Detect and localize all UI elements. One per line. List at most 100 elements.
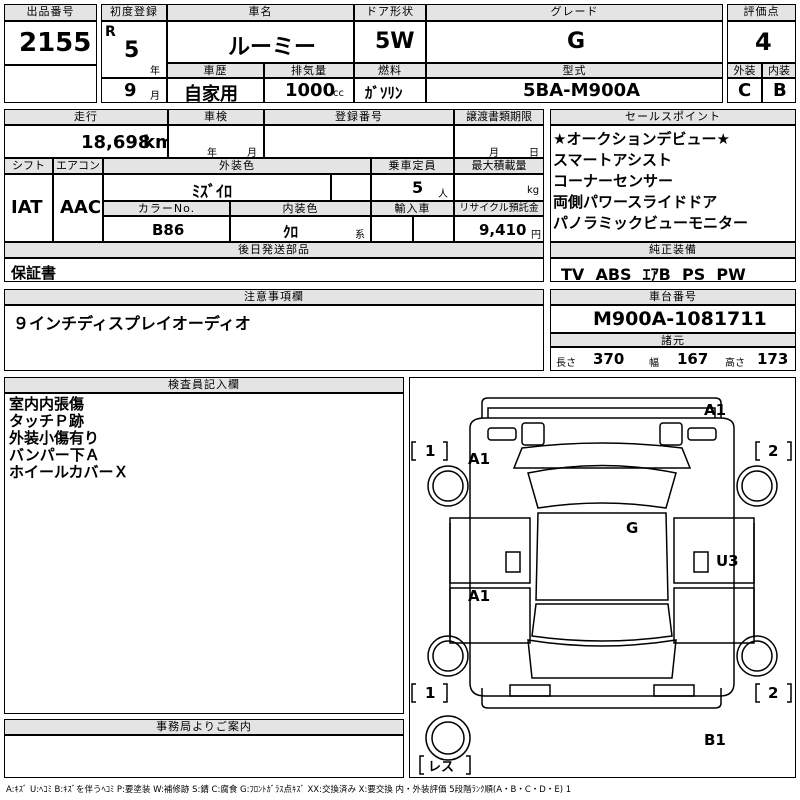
mileage-cell: 18,698 km	[4, 125, 174, 158]
grade: G	[567, 29, 586, 54]
exterior-grade: C	[738, 80, 752, 101]
width-label: 幅	[649, 358, 659, 369]
import-header: 輸入車	[371, 201, 454, 216]
capacity-header: 乗車定員	[371, 158, 454, 174]
score-cell: 4	[727, 21, 796, 63]
width: 167	[677, 350, 709, 368]
displacement-header: 排気量	[264, 63, 354, 78]
model-name: ルーミー	[228, 35, 317, 60]
aircon: AAC	[60, 197, 102, 218]
specs-cell: 長さ 370 幅 167 高さ 173	[550, 347, 796, 371]
reg-month-cell: 9 月	[101, 78, 167, 103]
doors-header: ドア形状	[354, 4, 426, 21]
sales-point: スマートアシスト	[553, 151, 672, 169]
sales-points-header: セールスポイント	[550, 109, 796, 125]
inspection-cell: 年 月	[168, 125, 264, 159]
import-cell	[371, 216, 413, 242]
model-name-header: 車名	[167, 4, 354, 21]
capacity-unit: 人	[438, 189, 448, 200]
fuel-header: 燃料	[354, 63, 426, 78]
recycle-header: リサイクル預託金	[454, 201, 544, 216]
recycle-unit: 円	[531, 230, 541, 241]
inspector-note: 外装小傷有り	[9, 429, 100, 447]
caution-text: ９インチディスプレイオーディオ	[13, 314, 251, 333]
sales-point: ★オークションデビュー★	[553, 130, 730, 148]
inspector-note: バンパー下Ａ	[9, 446, 100, 464]
history-header: 車歴	[167, 63, 264, 78]
reg-no-header: 登録番号	[264, 109, 454, 125]
grade-cell: G	[426, 21, 723, 63]
score: 4	[755, 28, 772, 56]
car-diagram: 1 2 1 2 レス A1 A1 G U3 A1 B1	[409, 377, 796, 778]
wheel-label-rr: 2	[768, 684, 778, 702]
history-cell: 自家用	[167, 78, 264, 105]
sales-point: 両側パワースライドドア	[553, 193, 718, 211]
later-parts-cell: 保証書	[4, 258, 544, 282]
doors: 5W	[375, 29, 415, 54]
sales-point: コーナーセンサー	[553, 172, 674, 190]
interior-color-cell: ｸﾛ 系	[230, 216, 371, 242]
interior-cell: B	[762, 78, 796, 103]
interior-color-suffix: 系	[355, 230, 365, 241]
lot-no-blank	[4, 65, 97, 103]
lot-no: 2155	[19, 28, 92, 58]
transfer-day-unit: 日	[529, 148, 539, 159]
chassis-no: M900A-1081711	[593, 308, 767, 330]
damage-mark-left-rear: A1	[468, 587, 490, 605]
displacement: 1000	[285, 80, 336, 101]
body-color-extra	[331, 174, 371, 201]
exterior-header: 外装	[727, 63, 762, 78]
body-color-header: 外装色	[103, 158, 371, 174]
recycle-cell: 9,410 円	[454, 216, 544, 242]
transfer-header: 譲渡書類期限	[454, 109, 544, 125]
mileage-header: 走行	[4, 109, 168, 125]
lot-no-cell: 2155	[4, 21, 97, 65]
max-load-header: 最大積載量	[454, 158, 544, 174]
score-header: 評価点	[727, 4, 796, 21]
damage-mark-rear: B1	[704, 731, 726, 749]
wheel-label-fl: 1	[425, 442, 435, 460]
sales-points-list: ★オークションデビュー★ スマートアシスト コーナーセンサー 両側パワースライド…	[550, 125, 796, 242]
max-load-cell: kg	[454, 174, 544, 201]
shift: IAT	[11, 197, 43, 218]
caution-header: 注意事項欄	[4, 289, 544, 305]
damage-mark-front: A1	[704, 401, 726, 419]
color-no-cell: B86	[103, 216, 230, 242]
inspector-notes-cell: 室内内張傷 タッチＰ跡 外装小傷有り バンパー下Ａ ホイールカバーＸ	[4, 393, 404, 714]
max-load-unit: kg	[527, 185, 540, 196]
transfer-cell: 月 日	[454, 125, 544, 159]
length: 370	[593, 350, 625, 368]
import-cell-b	[413, 216, 454, 242]
inspector-notes-header: 検査員記入欄	[4, 377, 404, 393]
office-notice-header: 事務局よりご案内	[4, 719, 404, 735]
interior-color: ｸﾛ	[283, 223, 299, 241]
damage-mark-roof: G	[626, 519, 638, 537]
displacement-unit: cc	[333, 88, 344, 99]
year-unit: 年	[150, 66, 160, 77]
capacity: 5	[412, 178, 424, 197]
inspector-note: 室内内張傷	[9, 395, 85, 413]
later-parts-header: 後日発送部品	[4, 242, 544, 258]
equipment-header: 純正装備	[550, 242, 796, 258]
specs-header: 諸元	[550, 333, 796, 347]
era: R	[105, 24, 116, 40]
mileage: 18,698	[81, 132, 151, 153]
length-label: 長さ	[556, 358, 576, 369]
body-color-cell: ﾐｽﾞｲﾛ	[103, 174, 331, 201]
equipment-cell: TV ABS ｴｱB PS PW	[550, 258, 796, 284]
month-unit: 月	[150, 91, 160, 102]
legend: A:ｷｽﾞ U:ﾍｺﾐ B:ｷｽﾞを伴うﾍｺﾐ P:要塗装 W:補修跡 S:錆 …	[6, 785, 572, 795]
reg-year: 5	[124, 38, 140, 63]
inspector-note: ホイールカバーＸ	[9, 463, 129, 481]
interior-grade: B	[773, 80, 787, 101]
color-no: B86	[152, 221, 185, 239]
color-no-header: カラーNo.	[103, 201, 230, 216]
capacity-cell: 5 人	[371, 174, 454, 201]
wheel-label-rl: 1	[425, 684, 435, 702]
damage-mark-left-front: A1	[468, 450, 490, 468]
later-parts: 保証書	[11, 264, 57, 282]
damage-mark-right-rear: U3	[716, 552, 739, 570]
first-reg-header: 初度登録	[101, 4, 167, 21]
first-reg-cell: R 5 年	[101, 21, 167, 78]
recycle-fee: 9,410	[479, 221, 527, 239]
